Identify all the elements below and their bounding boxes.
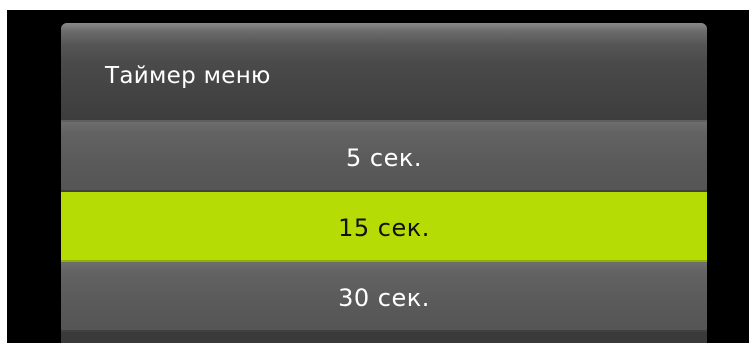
option-15-sec[interactable]: 15 сек.: [61, 192, 707, 262]
menu-timer-panel: Таймер меню 5 сек. 15 сек. 30 сек.: [61, 23, 707, 343]
tv-screen: Таймер меню 5 сек. 15 сек. 30 сек.: [7, 10, 749, 343]
panel-title: Таймер меню: [105, 63, 271, 89]
panel-header: Таймер меню: [61, 23, 707, 122]
options-list: 5 сек. 15 сек. 30 сек.: [61, 122, 707, 332]
option-30-sec[interactable]: 30 сек.: [61, 262, 707, 332]
option-5-sec[interactable]: 5 сек.: [61, 122, 707, 192]
